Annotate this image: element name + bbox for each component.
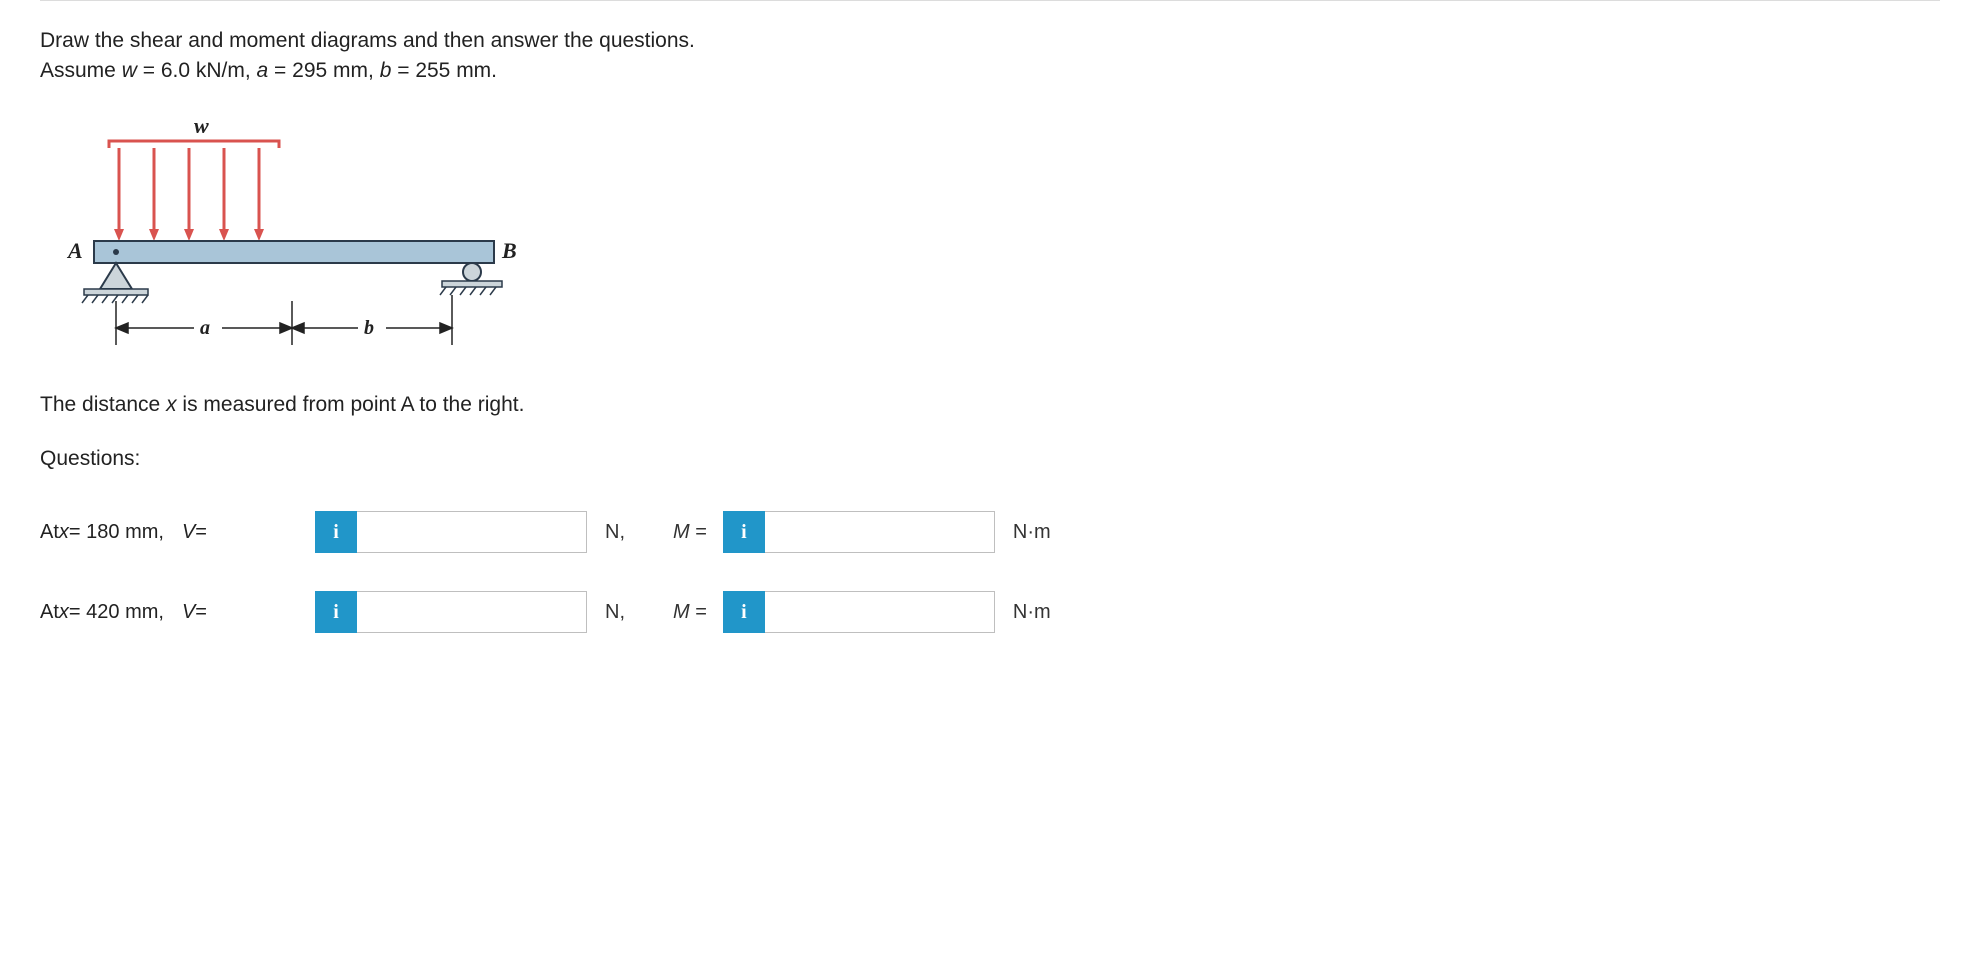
distributed-load (109, 141, 279, 233)
q2-unit-n: N, (605, 601, 645, 624)
label-b: B (501, 238, 517, 263)
q1-prefix: At (40, 521, 59, 544)
intro-line-2: Assume w = 6.0 kN/m, a = 295 mm, b = 255… (40, 59, 1940, 83)
q1-unit-n: N, (605, 521, 645, 544)
beam-svg: w A B (54, 113, 524, 363)
q1-v-eq: = (195, 521, 207, 544)
q2-prefix: At (40, 601, 59, 624)
support-a (82, 263, 148, 303)
q1-x-var: x (59, 521, 69, 544)
a-variable: a (257, 59, 269, 82)
q1-x-val: = 180 mm, (69, 521, 164, 544)
question-row-2: At x = 420 mm, V = i N, M = i N·m (40, 591, 1940, 633)
note-prefix: The distance (40, 393, 166, 416)
note-line: The distance x is measured from point A … (40, 393, 1940, 417)
dim-label-b: b (364, 317, 374, 339)
w-value: = 6.0 kN/m, (143, 59, 257, 82)
support-b (440, 263, 502, 295)
b-value: = 255 mm. (397, 59, 497, 82)
intro-line-1: Draw the shear and moment diagrams and t… (40, 29, 1940, 53)
q2-label: At x = 420 mm, V = (40, 601, 315, 624)
q1-label: At x = 180 mm, V = (40, 521, 315, 544)
q2-m-eq: = (695, 601, 707, 623)
info-icon[interactable]: i (723, 511, 765, 553)
q2-x-var: x (59, 601, 69, 624)
q1-m-eq: = (695, 521, 707, 543)
q2-v-input-group: i (315, 591, 587, 633)
q2-v-var: V (182, 601, 195, 624)
load-label-w: w (194, 113, 209, 138)
dimension-lines (116, 295, 452, 345)
question-row-1: At x = 180 mm, V = i N, M = i N·m (40, 511, 1940, 553)
beam-body (94, 241, 494, 263)
dim-label-a: a (200, 317, 210, 339)
a-value: = 295 mm, (274, 59, 380, 82)
q1-unit-nm: N·m (1013, 521, 1051, 544)
b-variable: b (380, 59, 392, 82)
q1-m-label: M = (673, 521, 707, 544)
label-a: A (66, 238, 83, 263)
q2-v-eq: = (195, 601, 207, 624)
beam-figure: w A B (54, 113, 1940, 363)
x-variable: x (166, 393, 177, 416)
q2-m-input-group: i (723, 591, 995, 633)
top-divider (40, 0, 1940, 1)
q1-m-var: M (673, 521, 690, 543)
q1-v-input-group: i (315, 511, 587, 553)
info-icon[interactable]: i (723, 591, 765, 633)
questions-heading: Questions: (40, 447, 1940, 471)
q2-x-val: = 420 mm, (69, 601, 164, 624)
q1-m-input[interactable] (765, 511, 995, 553)
q1-v-var: V (182, 521, 195, 544)
q2-m-label: M = (673, 601, 707, 624)
w-variable: w (122, 59, 137, 82)
q2-m-var: M (673, 601, 690, 623)
beam-pin-dot (113, 249, 119, 255)
q1-v-input[interactable] (357, 511, 587, 553)
load-arrowheads (114, 229, 264, 241)
info-icon[interactable]: i (315, 591, 357, 633)
assume-prefix: Assume (40, 59, 122, 82)
note-suffix: is measured from point A to the right. (182, 393, 524, 416)
q2-v-input[interactable] (357, 591, 587, 633)
q2-unit-nm: N·m (1013, 601, 1051, 624)
q2-m-input[interactable] (765, 591, 995, 633)
info-icon[interactable]: i (315, 511, 357, 553)
q1-m-input-group: i (723, 511, 995, 553)
